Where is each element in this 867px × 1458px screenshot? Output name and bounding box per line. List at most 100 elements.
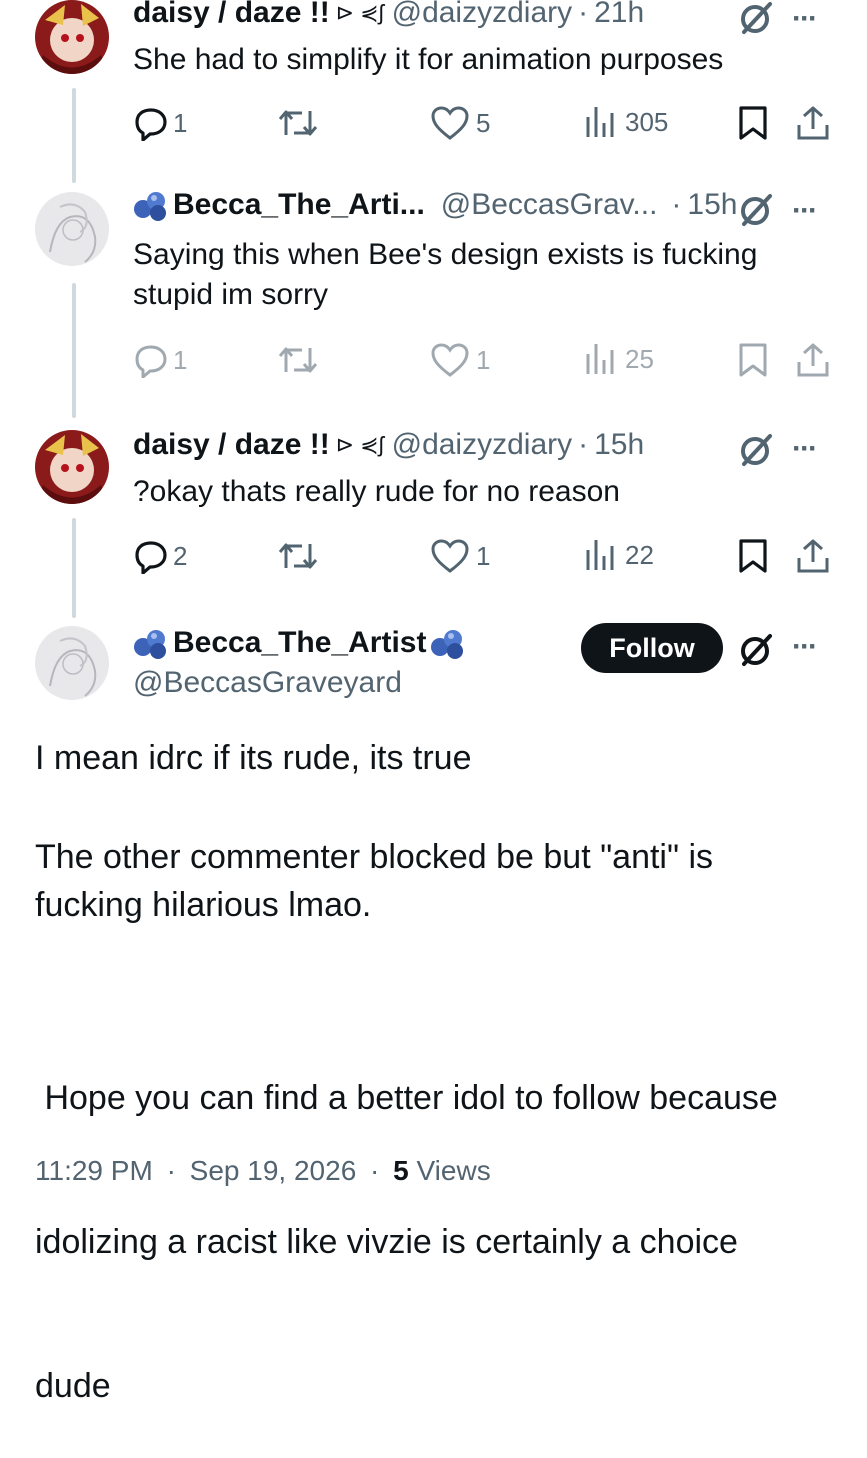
like-count: 5 — [476, 107, 491, 138]
post-text-line: idolizing a racist like vivzie is certai… — [35, 1223, 738, 1261]
reply-icon — [135, 345, 167, 378]
reply-text: Saying this when Bee's design exists is … — [133, 235, 833, 315]
more-icon[interactable]: ··· — [792, 630, 818, 664]
name-emoji: ⊳ ⋞ʃ — [335, 0, 384, 25]
user-handle[interactable]: @BeccasGraveyard — [133, 666, 402, 700]
bookmark-icon — [739, 539, 767, 573]
views-count: 5 — [393, 1155, 409, 1186]
reply-icon — [135, 541, 167, 574]
bookmark-icon — [739, 106, 767, 140]
like-button[interactable]: 1 — [430, 342, 490, 378]
like-count: 1 — [476, 344, 491, 375]
like-button[interactable]: 5 — [430, 105, 490, 141]
post-author: Becca_The_Artist — [133, 626, 466, 660]
bookmark-button[interactable] — [738, 105, 768, 141]
like-icon — [431, 106, 469, 140]
bookmark-button[interactable] — [738, 342, 768, 378]
views-icon — [586, 107, 614, 137]
views-icon — [586, 540, 614, 570]
blue-blob-emoji-icon — [430, 626, 466, 660]
reply-text: ?okay thats really rude for no reason — [133, 475, 620, 508]
thread-line — [72, 88, 76, 183]
grok-icon[interactable] — [738, 432, 774, 473]
post-time[interactable]: 11:29 PM — [35, 1155, 153, 1186]
action-bar: 1 5 305 — [133, 105, 833, 145]
reply-text: She had to simplify it for animation pur… — [133, 43, 724, 76]
reply-header: daisy / daze !! ⊳ ⋞ʃ @daizyzdiary · 21h — [133, 0, 644, 30]
views-button[interactable]: 22 — [583, 538, 654, 572]
share-button[interactable] — [795, 538, 831, 574]
user-handle[interactable]: @BeccasGrav... — [441, 188, 658, 222]
post-text-line: The other commenter blocked be but "anti… — [35, 838, 714, 876]
avatar[interactable] — [35, 0, 109, 74]
reply-icon — [135, 108, 167, 141]
like-button[interactable]: 1 — [430, 538, 490, 574]
timestamp[interactable]: 21h — [594, 0, 644, 30]
share-button[interactable] — [795, 342, 831, 378]
user-handle[interactable]: @daizyzdiary — [392, 428, 573, 462]
repost-button[interactable] — [278, 105, 318, 141]
name-emoji: ⊳ ⋞ʃ — [335, 432, 384, 457]
repost-icon — [278, 347, 318, 373]
separator-dot: · — [578, 428, 589, 461]
views-button[interactable]: 25 — [583, 342, 654, 376]
display-name[interactable]: daisy / daze !! — [133, 0, 330, 30]
share-icon — [797, 539, 829, 573]
thread-line — [72, 518, 76, 618]
thread-line — [72, 283, 76, 418]
post-text-line: dude — [35, 1367, 111, 1405]
share-icon — [797, 343, 829, 377]
timestamp[interactable]: 15h — [687, 188, 737, 222]
repost-button[interactable] — [278, 342, 318, 378]
timestamp[interactable]: 15h — [594, 428, 644, 462]
reply-button[interactable]: 1 — [133, 342, 187, 378]
reply-button[interactable]: 1 — [133, 105, 187, 141]
post-text-line: Hope you can find a better idol to follo… — [35, 1079, 778, 1117]
reply-text-line: Saying this when Bee's design exists is … — [133, 238, 758, 271]
display-name[interactable]: Becca_The_Artist — [173, 626, 426, 660]
separator-dot: · — [370, 1155, 380, 1186]
action-bar: 2 1 22 — [133, 538, 833, 578]
action-bar: 1 1 25 — [133, 342, 833, 382]
more-icon[interactable]: ··· — [792, 2, 818, 36]
bookmark-button[interactable] — [738, 538, 768, 574]
repost-button[interactable] — [278, 538, 318, 574]
reply-header: Becca_The_Arti... @BeccasGrav... · 15h — [133, 188, 737, 222]
grok-icon[interactable] — [738, 0, 774, 41]
follow-button[interactable]: Follow — [581, 623, 723, 673]
post-paragraph: Hope you can find a better idol to follo… — [35, 978, 835, 1458]
separator-dot: · — [578, 0, 589, 29]
post-paragraph: I mean idrc if its rude, its true — [35, 739, 472, 777]
user-handle[interactable]: @daizyzdiary — [392, 0, 573, 30]
grok-icon[interactable] — [738, 192, 774, 233]
views-icon — [586, 344, 614, 374]
like-icon — [431, 539, 469, 573]
post-text-line: fucking hilarious lmao. — [35, 886, 372, 924]
repost-icon — [278, 543, 318, 569]
post-footer: 11:29 PM · Sep 19, 2026 · 5 Views — [35, 1155, 491, 1187]
share-button[interactable] — [795, 105, 831, 141]
bookmark-icon — [739, 343, 767, 377]
more-icon[interactable]: ··· — [792, 432, 818, 466]
reply-count: 1 — [173, 344, 188, 375]
reply-button[interactable]: 2 — [133, 538, 187, 574]
avatar[interactable] — [35, 430, 109, 504]
separator-dot: · — [671, 188, 682, 221]
reply-header: daisy / daze !! ⊳ ⋞ʃ @daizyzdiary · 15h — [133, 428, 644, 462]
avatar[interactable] — [35, 626, 109, 700]
separator-dot: · — [166, 1155, 176, 1186]
display-name[interactable]: Becca_The_Arti... — [173, 188, 425, 222]
blue-blob-emoji-icon — [133, 626, 169, 660]
repost-icon — [278, 110, 318, 136]
like-count: 1 — [476, 540, 491, 571]
post-date[interactable]: Sep 19, 2026 — [190, 1155, 357, 1186]
grok-icon[interactable] — [738, 632, 774, 673]
avatar[interactable] — [35, 192, 109, 266]
more-icon[interactable]: ··· — [792, 194, 818, 228]
views-label: Views — [416, 1155, 491, 1186]
views-button[interactable]: 305 — [583, 105, 668, 139]
blue-blob-emoji-icon — [133, 188, 169, 222]
post-paragraph: The other commenter blocked be but "anti… — [35, 833, 835, 929]
view-count: 22 — [625, 539, 654, 570]
display-name[interactable]: daisy / daze !! — [133, 428, 330, 462]
